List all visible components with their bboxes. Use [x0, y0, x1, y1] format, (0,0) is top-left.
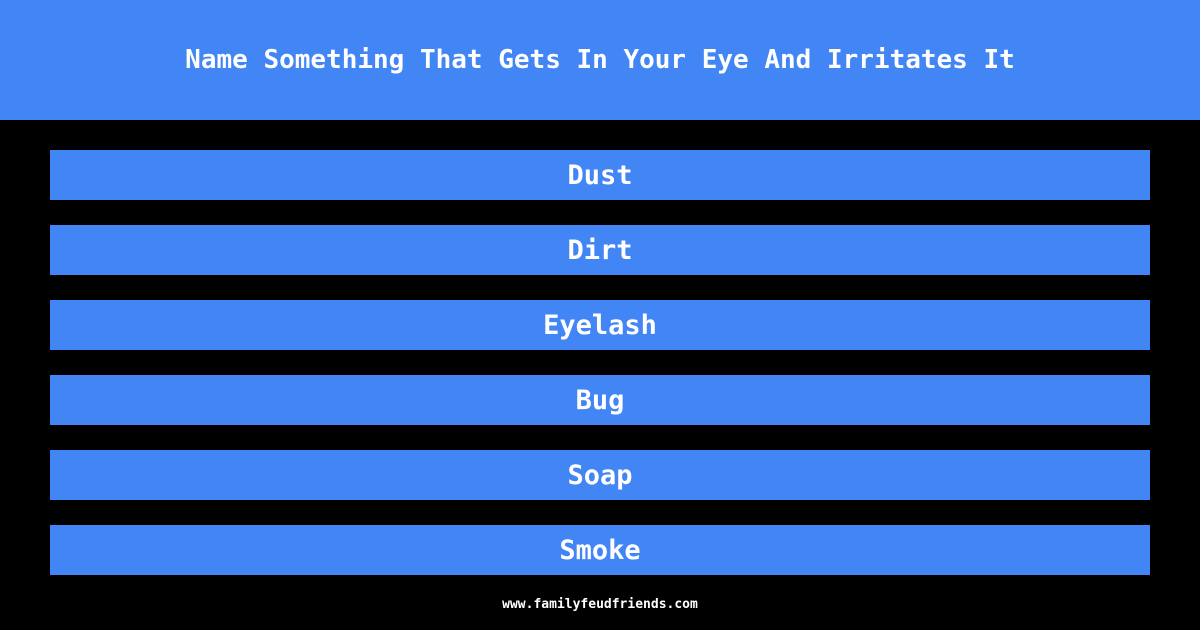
answer-list: Dust Dirt Eyelash Bug Soap Smoke	[50, 150, 1150, 600]
question-title: Name Something That Gets In Your Eye And…	[185, 45, 1015, 75]
site-url: www.familyfeudfriends.com	[502, 597, 698, 612]
answer-bar: Smoke	[50, 525, 1150, 575]
answer-bar: Dirt	[50, 225, 1150, 275]
answer-bar: Bug	[50, 375, 1150, 425]
answer-text: Bug	[575, 384, 625, 416]
answer-bar: Dust	[50, 150, 1150, 200]
answer-bar: Eyelash	[50, 300, 1150, 350]
answer-text: Dirt	[567, 234, 633, 266]
answer-text: Smoke	[559, 534, 641, 566]
answer-text: Eyelash	[543, 309, 657, 341]
answer-text: Soap	[567, 459, 633, 491]
question-header: Name Something That Gets In Your Eye And…	[0, 0, 1200, 120]
answer-text: Dust	[567, 159, 633, 191]
answer-bar: Soap	[50, 450, 1150, 500]
